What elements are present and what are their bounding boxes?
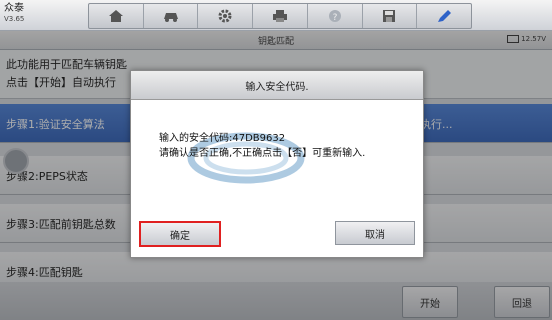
confirm-button[interactable]: 确定 [139,221,221,247]
home-button[interactable] [89,4,144,28]
save-button[interactable] [363,4,418,28]
gear-icon [218,9,232,23]
cancel-button[interactable]: 取消 [335,221,415,245]
home-icon [108,10,123,22]
settings-button[interactable] [198,4,254,28]
print-icon [273,10,288,22]
version: V3.65 [4,15,25,23]
save-icon [383,10,396,22]
edit-button[interactable] [417,4,471,28]
vehicle-icon [163,13,178,22]
print-button[interactable] [253,4,308,28]
toolbar: ? [88,3,472,29]
brand: 众泰 V3.65 [4,3,24,25]
top-bar: 众泰 V3.65 ? [0,0,552,31]
brand-name: 众泰 [4,3,24,14]
vehicle-button[interactable] [144,4,199,28]
help-icon: ? [328,10,341,23]
pen-icon [438,10,452,22]
security-code-dialog: 输入安全代码. 输入的安全代码:47DB9632 请确认是否正确,不正确点击【否… [130,70,424,258]
help-button[interactable]: ? [308,4,363,28]
dialog-title: 输入安全代码. [131,71,423,100]
svg-text:?: ? [332,13,337,23]
confirm-instruction-text: 请确认是否正确,不正确点击【否】可重新输入. [159,148,366,159]
security-code-text: 输入的安全代码:47DB9632 [159,133,286,144]
